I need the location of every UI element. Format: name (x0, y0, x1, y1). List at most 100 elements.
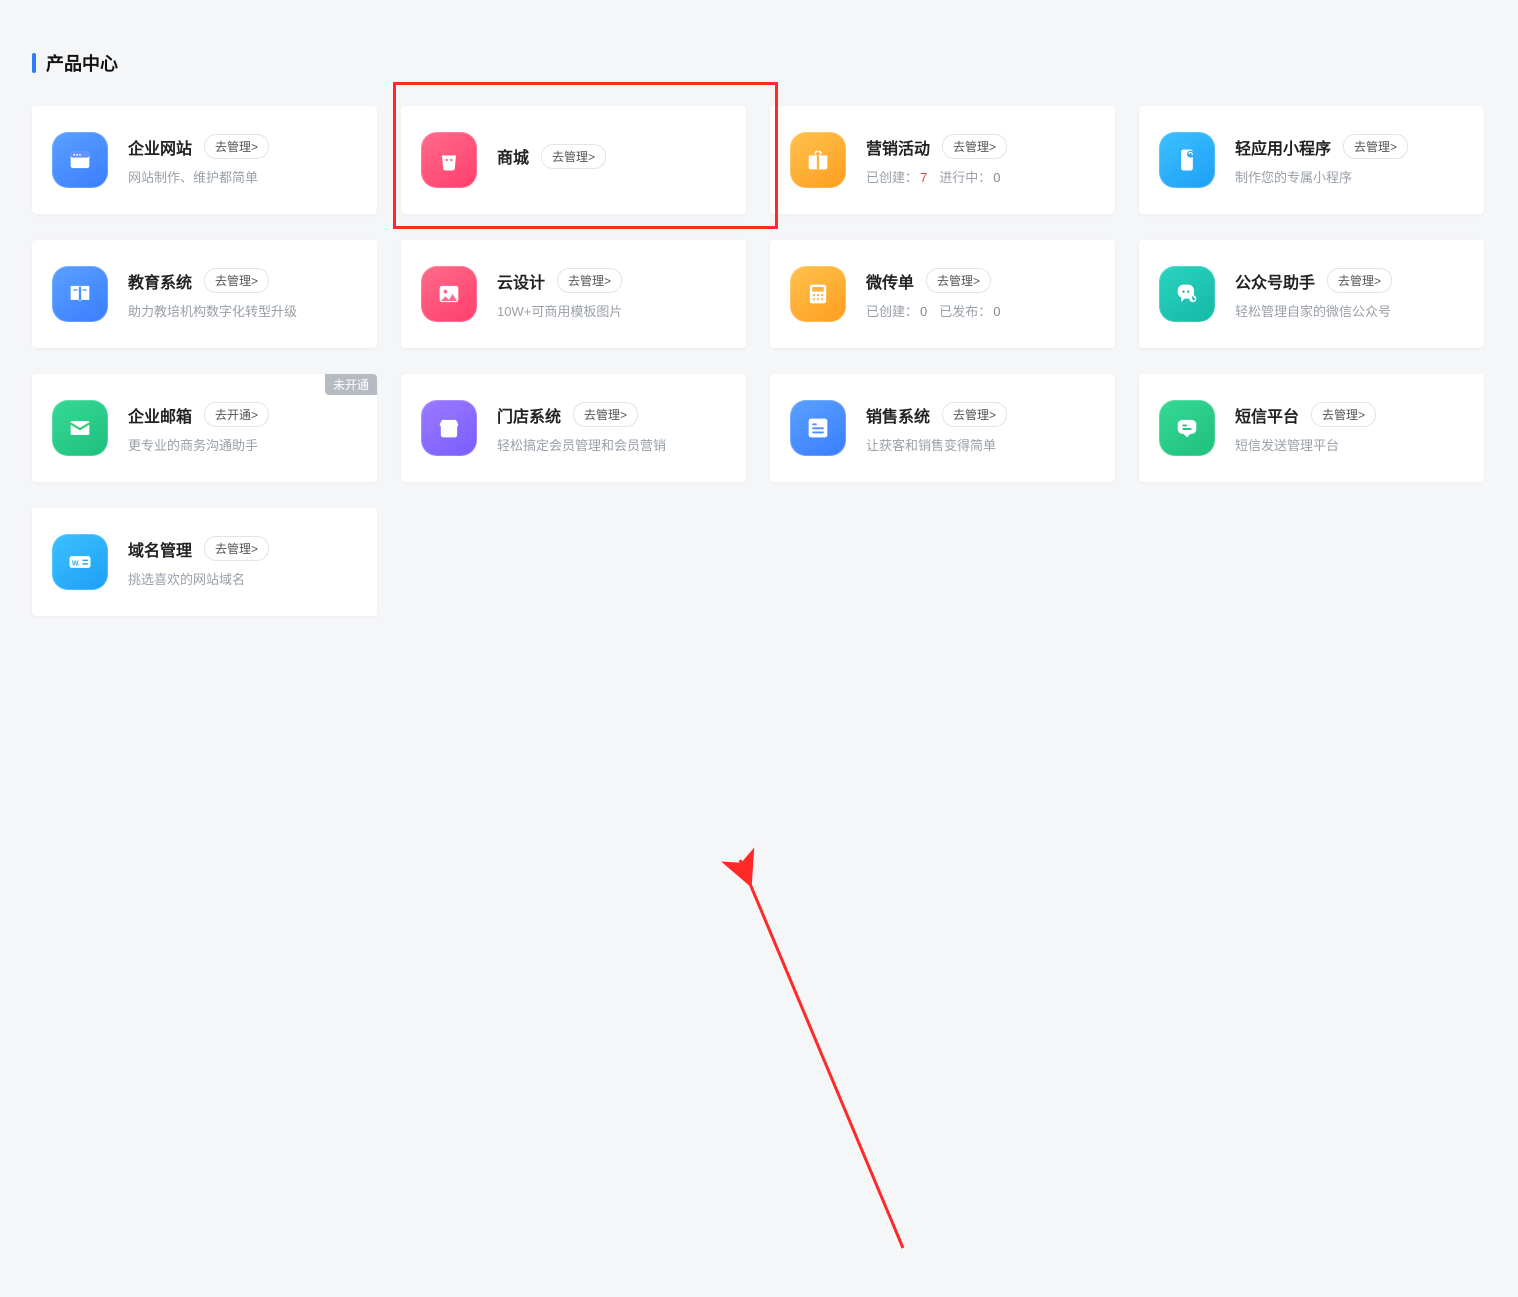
svg-text:W.: W. (72, 561, 80, 568)
card-title: 公众号助手 (1235, 269, 1315, 293)
card-title: 短信平台 (1235, 403, 1299, 427)
card-body: 营销活动去管理> 已创建：7 进行中：0 (866, 134, 1095, 186)
card-title: 企业网站 (128, 135, 192, 159)
manage-button[interactable]: 去管理> (573, 402, 638, 427)
stats-created-value: 0 (920, 304, 927, 319)
card-title: 营销活动 (866, 135, 930, 159)
manage-button[interactable]: 去管理> (926, 268, 991, 293)
product-card-design[interactable]: 云设计去管理> 10W+可商用模板图片 (401, 240, 746, 348)
product-card-site[interactable]: 企业网站去管理> 网站制作、维护都简单 (32, 106, 377, 214)
card-title-row: 企业邮箱去开通> (128, 402, 357, 427)
card-title-row: 销售系统去管理> (866, 402, 1095, 427)
accent-bar-icon (32, 53, 36, 73)
card-title-row: 微传单去管理> (866, 268, 1095, 293)
card-subtitle: 短信发送管理平台 (1235, 435, 1464, 454)
manage-button[interactable]: 去管理> (1343, 134, 1408, 159)
card-subtitle: 助力教培机构数字化转型升级 (128, 301, 357, 320)
card-title: 教育系统 (128, 269, 192, 293)
card-title: 轻应用小程序 (1235, 135, 1331, 159)
status-badge: 未开通 (325, 374, 377, 395)
card-title-row: 域名管理去管理> (128, 536, 357, 561)
card-body: 域名管理去管理> 挑选喜欢的网站域名 (128, 536, 357, 588)
card-title: 门店系统 (497, 403, 561, 427)
product-card-edu[interactable]: 教育系统去管理> 助力教培机构数字化转型升级 (32, 240, 377, 348)
calc-icon (790, 266, 846, 322)
image-icon (421, 266, 477, 322)
card-body: 云设计去管理> 10W+可商用模板图片 (497, 268, 726, 320)
chat-icon (1159, 266, 1215, 322)
card-subtitle: 制作您的专属小程序 (1235, 167, 1464, 186)
product-card-mp-assistant[interactable]: 公众号助手去管理> 轻松管理自家的微信公众号 (1139, 240, 1484, 348)
product-card-domain[interactable]: W. 域名管理去管理> 挑选喜欢的网站域名 (32, 508, 377, 616)
product-card-store[interactable]: 门店系统去管理> 轻松搞定会员管理和会员营销 (401, 374, 746, 482)
card-title-row: 商城去管理> (497, 144, 726, 169)
card-title-row: 云设计去管理> (497, 268, 726, 293)
card-subtitle: 更专业的商务沟通助手 (128, 435, 357, 454)
product-card-mall[interactable]: 商城去管理> (401, 106, 746, 214)
product-card-sales[interactable]: 销售系统去管理> 让获客和销售变得简单 (770, 374, 1115, 482)
manage-button[interactable]: 去管理> (204, 134, 269, 159)
message-icon (1159, 400, 1215, 456)
card-stats: 已创建：7 进行中：0 (866, 167, 1095, 186)
card-body: 销售系统去管理> 让获客和销售变得简单 (866, 402, 1095, 454)
manage-button[interactable]: 去管理> (204, 536, 269, 561)
section-header: 产品中心 (32, 50, 1486, 76)
manage-button[interactable]: 去管理> (1311, 402, 1376, 427)
stats-progress-label: 进行中： (939, 170, 991, 185)
card-subtitle: 让获客和销售变得简单 (866, 435, 1095, 454)
card-title: 商城 (497, 144, 529, 168)
card-title-row: 教育系统去管理> (128, 268, 357, 293)
manage-button[interactable]: 去管理> (942, 134, 1007, 159)
card-subtitle: 挑选喜欢的网站域名 (128, 569, 357, 588)
card-stats: 已创建：0已发布：0 (866, 301, 1095, 320)
bag-icon (421, 132, 477, 188)
stats-created-value: 7 (920, 170, 927, 185)
card-subtitle: 10W+可商用模板图片 (497, 301, 726, 320)
mail-icon (52, 400, 108, 456)
list-icon (790, 400, 846, 456)
card-subtitle: 轻松管理自家的微信公众号 (1235, 301, 1464, 320)
book-icon (52, 266, 108, 322)
product-card-mail[interactable]: 企业邮箱去开通> 更专业的商务沟通助手 未开通 (32, 374, 377, 482)
stats-progress-value: 0 (993, 304, 1000, 319)
card-title: 企业邮箱 (128, 403, 192, 427)
gift-icon (790, 132, 846, 188)
card-title-row: 企业网站去管理> (128, 134, 357, 159)
manage-button[interactable]: 去管理> (557, 268, 622, 293)
manage-button[interactable]: 去开通> (204, 402, 269, 427)
card-title: 云设计 (497, 269, 545, 293)
stats-created-label: 已创建： (866, 304, 918, 319)
store-icon (421, 400, 477, 456)
card-title-row: 轻应用小程序去管理> (1235, 134, 1464, 159)
card-body: 企业邮箱去开通> 更专业的商务沟通助手 (128, 402, 357, 454)
card-body: 轻应用小程序去管理> 制作您的专属小程序 (1235, 134, 1464, 186)
product-card-sms[interactable]: 短信平台去管理> 短信发送管理平台 (1139, 374, 1484, 482)
product-card-miniapp[interactable]: 轻应用小程序去管理> 制作您的专属小程序 (1139, 106, 1484, 214)
manage-button[interactable]: 去管理> (204, 268, 269, 293)
stats-created-label: 已创建： (866, 170, 918, 185)
card-title: 域名管理 (128, 537, 192, 561)
card-title-row: 营销活动去管理> (866, 134, 1095, 159)
card-body: 教育系统去管理> 助力教培机构数字化转型升级 (128, 268, 357, 320)
manage-button[interactable]: 去管理> (1327, 268, 1392, 293)
domain-icon: W. (52, 534, 108, 590)
card-body: 门店系统去管理> 轻松搞定会员管理和会员营销 (497, 402, 726, 454)
card-title-row: 门店系统去管理> (497, 402, 726, 427)
product-card-marketing[interactable]: 营销活动去管理> 已创建：7 进行中：0 (770, 106, 1115, 214)
card-title: 微传单 (866, 269, 914, 293)
card-body: 企业网站去管理> 网站制作、维护都简单 (128, 134, 357, 186)
manage-button[interactable]: 去管理> (541, 144, 606, 169)
product-card-flyer[interactable]: 微传单去管理>已创建：0已发布：0 (770, 240, 1115, 348)
annotation-arrow (0, 636, 1518, 1297)
card-body: 短信平台去管理> 短信发送管理平台 (1235, 402, 1464, 454)
card-subtitle: 网站制作、维护都简单 (128, 167, 357, 186)
section-title: 产品中心 (46, 50, 118, 76)
manage-button[interactable]: 去管理> (942, 402, 1007, 427)
card-subtitle: 轻松搞定会员管理和会员营销 (497, 435, 726, 454)
card-title-row: 短信平台去管理> (1235, 402, 1464, 427)
stats-progress-label: 已发布： (939, 304, 991, 319)
stats-progress-value: 0 (993, 170, 1000, 185)
window-icon (52, 132, 108, 188)
card-title-row: 公众号助手去管理> (1235, 268, 1464, 293)
card-body: 微传单去管理>已创建：0已发布：0 (866, 268, 1095, 320)
